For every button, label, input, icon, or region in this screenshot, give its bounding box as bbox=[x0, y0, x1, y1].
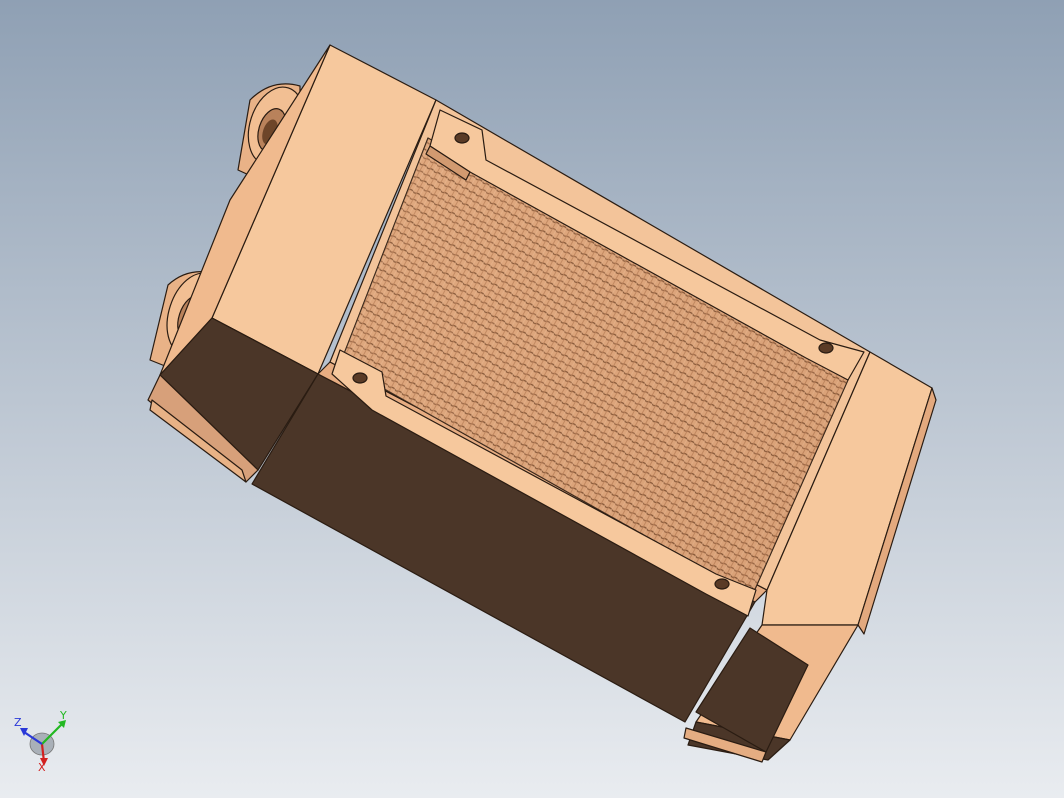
mounting-hole-icon[interactable] bbox=[352, 372, 368, 384]
mounting-hole-icon[interactable] bbox=[818, 342, 834, 354]
mounting-hole-icon[interactable] bbox=[714, 578, 730, 590]
x-axis-label: X bbox=[38, 761, 46, 772]
graphics-viewport[interactable]: X Y Z bbox=[0, 0, 1064, 798]
3d-model-view[interactable] bbox=[0, 0, 1064, 798]
z-axis-label: Z bbox=[14, 716, 22, 729]
mounting-hole-icon[interactable] bbox=[454, 132, 470, 144]
y-axis-label: Y bbox=[59, 709, 67, 722]
orientation-triad[interactable]: X Y Z bbox=[12, 708, 76, 772]
